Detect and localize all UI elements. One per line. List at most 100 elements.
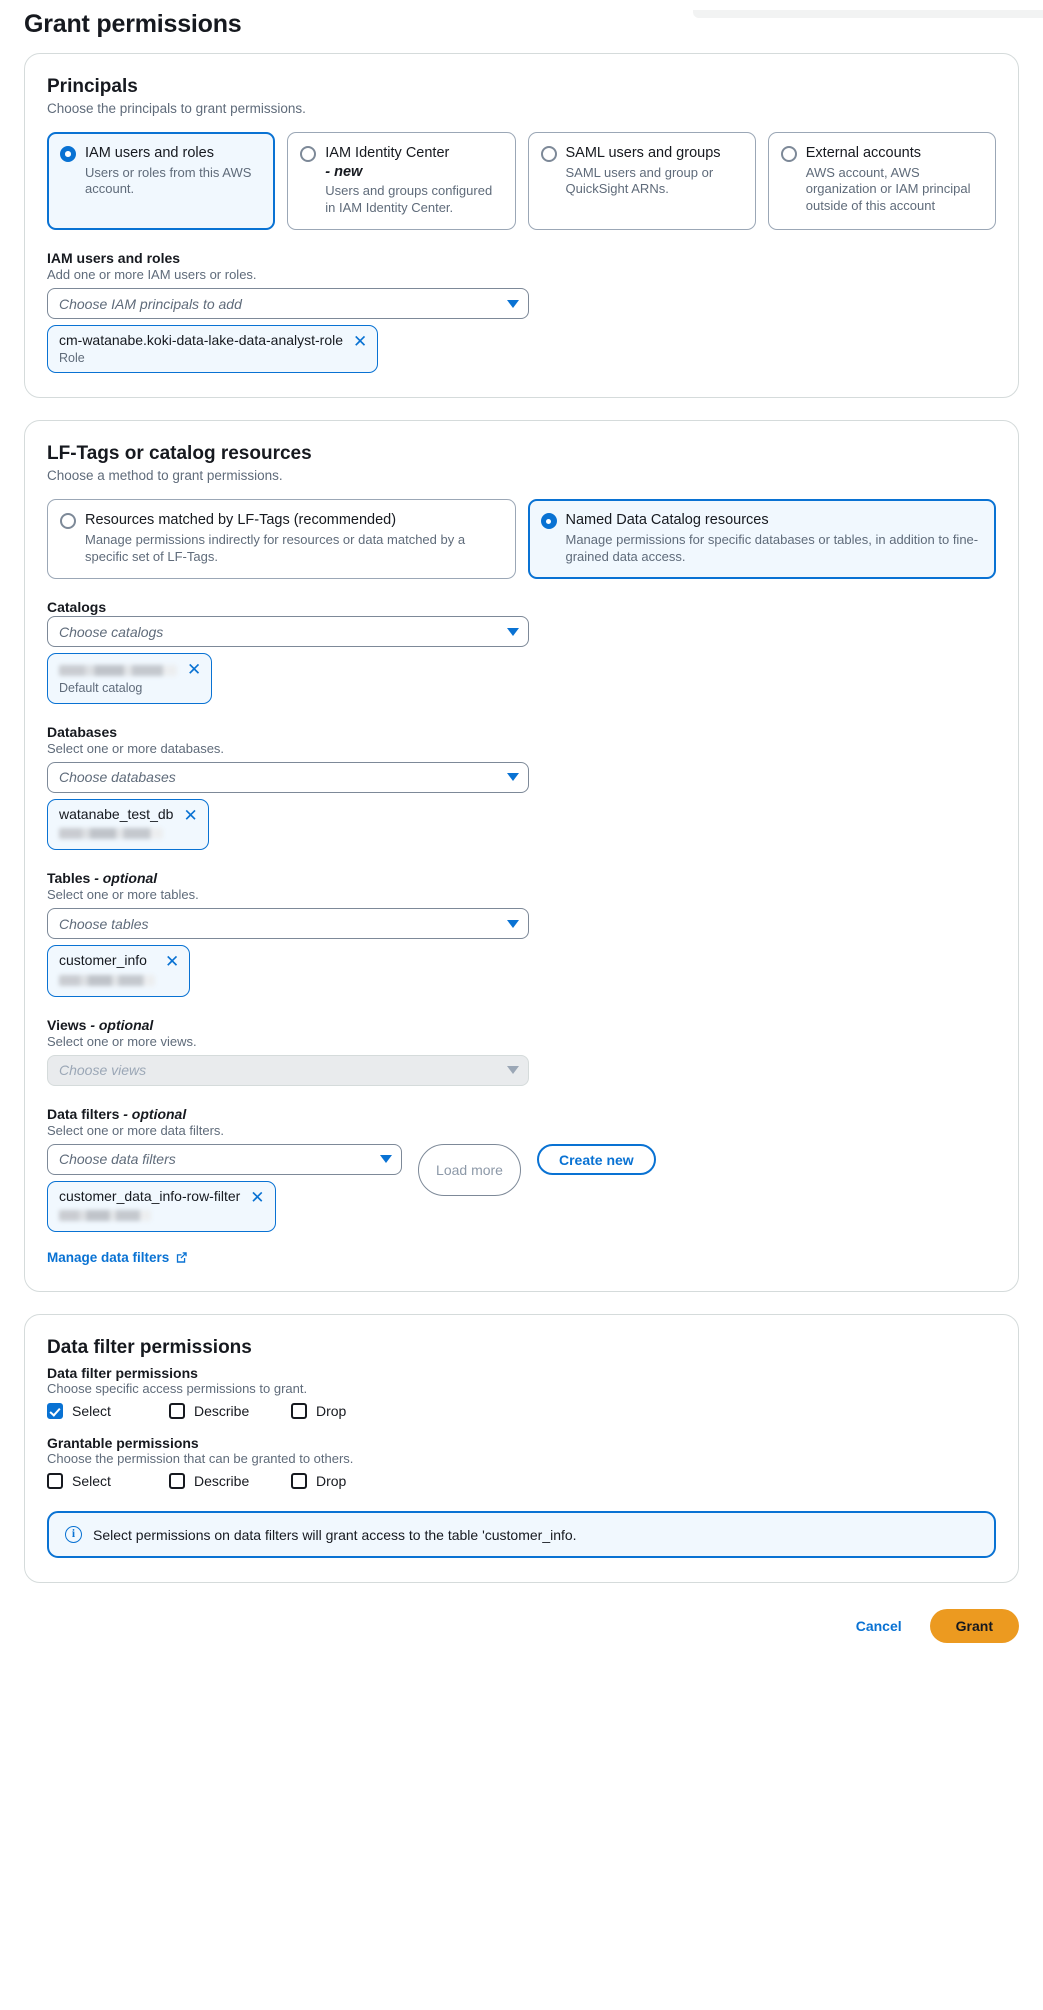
data-filters-label: Data filters <box>47 1105 120 1122</box>
iam-principals-label: IAM users and roles <box>47 250 181 267</box>
chevron-down-icon <box>507 1066 519 1075</box>
data-filter-permissions-label: Data filter permissions <box>47 1365 198 1382</box>
info-alert-text: Select permissions on data filters will … <box>93 1526 577 1543</box>
tables-optional-marker: - optional <box>94 870 158 887</box>
tables-label: Tables <box>47 870 91 887</box>
cancel-button[interactable]: Cancel <box>848 1612 910 1640</box>
checkbox-icon <box>291 1403 307 1420</box>
principals-description: Choose the principals to grant permissio… <box>47 101 306 116</box>
radio-icon <box>60 513 76 530</box>
data-filter-permissions-checkbox-group: Select Describe Drop <box>47 1403 996 1420</box>
views-placeholder: Choose views <box>59 1062 147 1079</box>
grant-permissions-page: Grant permissions Principals Choose the … <box>0 10 1043 1584</box>
chip-label: cm-watanabe.koki-data-lake-data-analyst-… <box>59 332 344 349</box>
views-select: Choose views <box>47 1054 529 1086</box>
external-link-icon <box>175 1251 188 1264</box>
chevron-down-icon <box>507 627 519 636</box>
chip-label: watanabe_test_db <box>59 805 174 822</box>
data-filter-chip[interactable]: customer_data_info-row-filter ✕ <box>47 1180 276 1233</box>
chip-sublabel: Role <box>59 350 85 365</box>
grantable-permission-select[interactable]: Select <box>47 1473 169 1490</box>
close-icon[interactable]: ✕ <box>187 661 201 678</box>
chevron-down-icon <box>507 919 519 928</box>
close-icon[interactable]: ✕ <box>250 1189 264 1206</box>
catalog-chip[interactable]: Default catalog ✕ <box>47 653 213 704</box>
chip-label-redacted <box>59 664 177 676</box>
manage-data-filters-link[interactable]: Manage data filters <box>47 1250 188 1265</box>
views-optional-marker: - optional <box>90 1016 154 1033</box>
data-filter-permission-drop[interactable]: Drop <box>291 1403 413 1420</box>
data-filter-permission-describe[interactable]: Describe <box>169 1403 291 1420</box>
chevron-down-icon <box>507 299 519 308</box>
resource-option-named-data-catalog[interactable]: Named Data Catalog resources Manage perm… <box>527 499 996 580</box>
principal-option-iam-identity-center[interactable]: IAM Identity Center - new Users and group… <box>287 132 516 231</box>
tables-placeholder: Choose tables <box>59 915 149 932</box>
radio-icon <box>540 146 557 162</box>
data-filters-optional-marker: - optional <box>123 1105 187 1122</box>
iam-principal-chip[interactable]: cm-watanabe.koki-data-lake-data-analyst-… <box>47 325 379 374</box>
close-icon[interactable]: ✕ <box>353 333 367 350</box>
close-icon[interactable]: ✕ <box>183 807 197 824</box>
iam-principals-placeholder: Choose IAM principals to add <box>59 295 242 312</box>
catalogs-placeholder: Choose catalogs <box>59 623 164 640</box>
grantable-permissions-hint: Choose the permission that can be grante… <box>47 1451 354 1467</box>
grant-button[interactable]: Grant <box>929 1609 1019 1644</box>
data-filter-permission-select[interactable]: Select <box>47 1403 169 1420</box>
principal-option-description: SAML users and group or QuickSight ARNs. <box>565 164 714 197</box>
manage-data-filters-label: Manage data filters <box>47 1250 170 1266</box>
principal-option-external-accounts[interactable]: External accounts AWS account, AWS organ… <box>767 132 996 231</box>
principal-option-description: AWS account, AWS organization or IAM pri… <box>805 164 971 213</box>
databases-select[interactable]: Choose databases <box>47 761 529 793</box>
data-filters-select[interactable]: Choose data filters <box>47 1143 402 1175</box>
principal-option-description: Users and groups configured in IAM Ident… <box>325 183 493 215</box>
chevron-down-icon <box>507 773 519 782</box>
iam-principals-hint: Add one or more IAM users or roles. <box>47 267 257 283</box>
info-alert: i Select permissions on data filters wil… <box>47 1511 996 1559</box>
catalogs-field: Catalogs Choose catalogs Default catalog… <box>47 599 996 704</box>
database-chip[interactable]: watanabe_test_db ✕ <box>47 798 209 851</box>
catalogs-label: Catalogs <box>47 599 107 616</box>
databases-field: Databases Select one or more databases. … <box>47 724 996 851</box>
principal-option-saml-users-and-groups[interactable]: SAML users and groups SAML users and gro… <box>527 132 756 231</box>
chip-sublabel: Default catalog <box>59 681 143 696</box>
radio-icon <box>60 146 76 162</box>
checkbox-label: Select <box>72 1473 111 1490</box>
tables-field: Tables - optional Select one or more tab… <box>47 870 996 997</box>
checkbox-icon <box>47 1473 63 1490</box>
grantable-permission-describe[interactable]: Describe <box>169 1473 291 1490</box>
views-label: Views <box>47 1016 87 1033</box>
grantable-permissions-checkbox-group: Select Describe Drop <box>47 1473 996 1490</box>
checkbox-label: Drop <box>316 1473 347 1490</box>
databases-label: Databases <box>47 723 118 740</box>
form-footer: Cancel Grant <box>0 1605 1043 1665</box>
resource-option-lf-tags[interactable]: Resources matched by LF-Tags (recommende… <box>47 499 516 580</box>
chevron-down-icon <box>380 1155 392 1164</box>
tables-select[interactable]: Choose tables <box>47 908 529 940</box>
principals-heading: Principals <box>47 76 138 97</box>
data-filters-field: Data filters - optional Select one or mo… <box>47 1106 996 1268</box>
views-field: Views - optional Select one or more view… <box>47 1017 996 1086</box>
principal-option-iam-users-and-roles[interactable]: IAM users and roles Users or roles from … <box>47 132 276 231</box>
data-filters-hint: Select one or more data filters. <box>47 1122 225 1138</box>
checkbox-icon <box>169 1473 185 1490</box>
create-new-data-filter-button[interactable]: Create new <box>537 1143 656 1175</box>
chip-sublabel-redacted <box>59 828 163 840</box>
load-more-button[interactable]: Load more <box>418 1143 521 1196</box>
principal-option-label: IAM users and roles <box>85 145 214 161</box>
resource-method-radio-group: Resources matched by LF-Tags (recommende… <box>47 499 996 580</box>
catalogs-select[interactable]: Choose catalogs <box>47 616 529 648</box>
principal-option-label: External accounts <box>805 145 922 161</box>
table-chip[interactable]: customer_info ✕ <box>47 945 191 997</box>
resources-description: Choose a method to grant permissions. <box>47 468 283 484</box>
tables-hint: Select one or more tables. <box>47 887 199 903</box>
chip-sublabel-redacted <box>59 1210 151 1222</box>
data-filter-permissions-hint: Choose specific access permissions to gr… <box>47 1381 308 1397</box>
permissions-heading: Data filter permissions <box>47 1337 252 1359</box>
resource-option-label: Named Data Catalog resources <box>565 512 769 529</box>
grantable-permission-drop[interactable]: Drop <box>291 1473 413 1490</box>
principals-card: Principals Choose the principals to gran… <box>24 53 1019 399</box>
iam-principals-select[interactable]: Choose IAM principals to add <box>47 288 529 320</box>
iam-principals-field: IAM users and roles Add one or more IAM … <box>47 250 996 374</box>
close-icon[interactable]: ✕ <box>165 953 179 970</box>
principal-option-new-badge: - new <box>325 163 363 180</box>
